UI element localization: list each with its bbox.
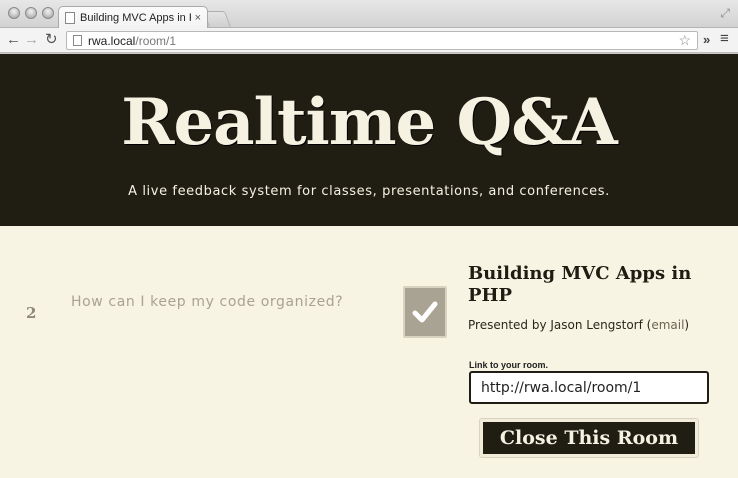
bookmark-star-icon[interactable]: ☆ xyxy=(678,32,691,49)
site-header: Realtime Q&A A live feedback system for … xyxy=(0,54,738,226)
page-icon xyxy=(65,12,75,24)
tab-close-icon[interactable]: × xyxy=(195,12,201,24)
room-title: Building MVC Apps in PHP xyxy=(468,263,692,306)
browser-toolbar: ← → ↻ rwa.local/room/1 ☆ » ≡ xyxy=(0,28,738,53)
presenter-line: Presented by Jason Lengstorf (email) xyxy=(468,318,690,332)
reload-icon[interactable]: ↻ xyxy=(45,31,58,49)
mark-answered-button[interactable] xyxy=(403,286,447,338)
url-path: /room/1 xyxy=(135,33,177,48)
window-minimize-button[interactable] xyxy=(25,7,37,19)
vote-count[interactable]: 2 xyxy=(26,304,36,322)
close-room-button[interactable]: Close This Room xyxy=(479,418,699,458)
back-arrow-icon[interactable]: ← xyxy=(6,31,21,49)
checkmark-icon xyxy=(412,301,438,323)
site-tagline: A live feedback system for classes, pres… xyxy=(128,184,610,199)
page-icon xyxy=(73,35,82,46)
address-bar[interactable]: rwa.local/room/1 ☆ xyxy=(66,31,698,50)
question-text: How can I keep my code organized? xyxy=(71,294,344,310)
window-zoom-button[interactable] xyxy=(42,7,54,19)
room-content: 2 How can I keep my code organized? Buil… xyxy=(0,226,738,478)
email-link[interactable]: email xyxy=(651,318,684,332)
extensions-chevron-icon[interactable]: » xyxy=(703,32,710,47)
window-titlebar: Building MVC Apps in PHP | b × ⤢ xyxy=(0,0,738,29)
room-link-label: Link to your room. xyxy=(469,360,549,370)
window-close-button[interactable] xyxy=(8,7,20,19)
url-host: rwa.local xyxy=(88,33,136,48)
site-title: Realtime Q&A xyxy=(121,85,617,160)
browser-menu-icon[interactable]: ≡ xyxy=(720,30,729,47)
room-link-field[interactable] xyxy=(469,371,709,404)
browser-tab[interactable]: Building MVC Apps in PHP | b × xyxy=(58,6,208,29)
tab-title: Building MVC Apps in PHP | b xyxy=(80,12,191,24)
fullscreen-icon[interactable]: ⤢ xyxy=(720,6,730,21)
forward-arrow-icon[interactable]: → xyxy=(24,31,39,49)
